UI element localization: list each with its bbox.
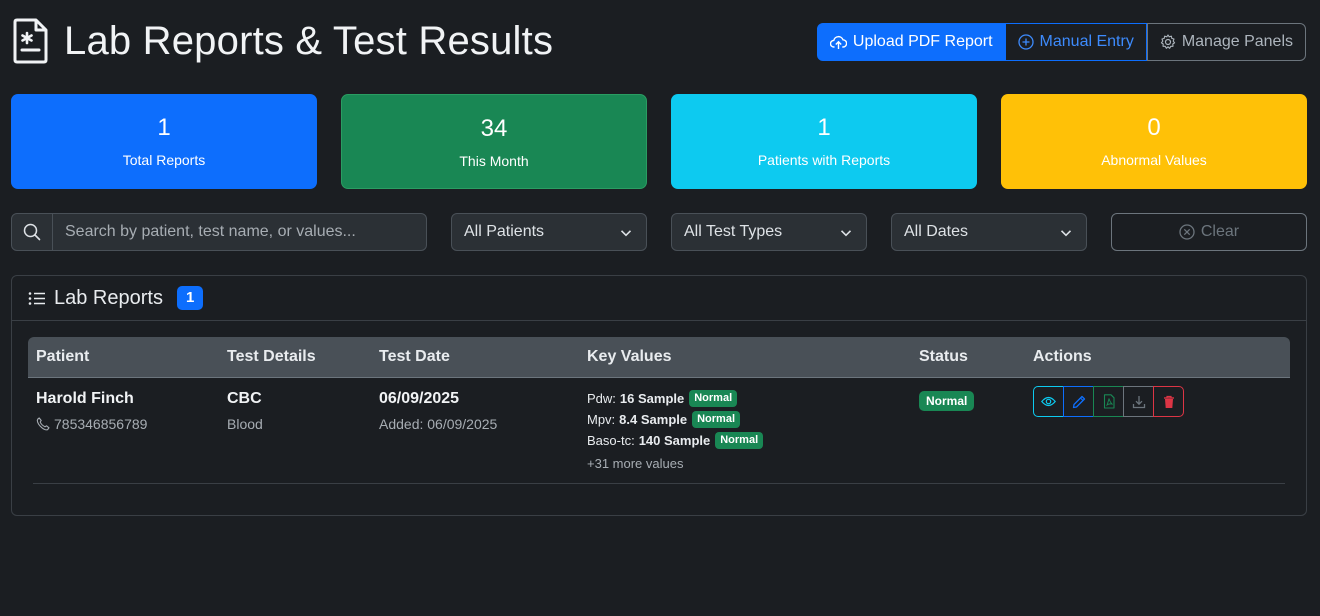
column-header-status: Status bbox=[919, 348, 968, 365]
x-circle-icon bbox=[1179, 224, 1195, 240]
delete-report-button[interactable] bbox=[1153, 386, 1184, 417]
stat-patients-with-reports: 1 Patients with Reports bbox=[671, 94, 977, 189]
lab-reports-table: Patient Test Details Test Date Key Value… bbox=[28, 337, 1290, 484]
test-type-filter-select[interactable]: All Test Types bbox=[671, 213, 867, 251]
test-details-cell: CBC Blood bbox=[227, 390, 263, 432]
column-header-key-values: Key Values bbox=[587, 348, 672, 365]
patient-cell: Harold Finch 785346856789 bbox=[36, 390, 147, 432]
actions-cell bbox=[1033, 386, 1184, 417]
manual-entry-button[interactable]: Manual Entry bbox=[1005, 23, 1147, 61]
key-value-item: Baso-tc: 140 Sample Normal bbox=[587, 430, 764, 451]
page-title-text: Lab Reports & Test Results bbox=[64, 18, 554, 63]
test-date-cell: 06/09/2025 Added: 06/09/2025 bbox=[379, 390, 497, 432]
page-header: Lab Reports & Test Results Upload PDF Re… bbox=[12, 14, 1308, 68]
stat-label: This Month bbox=[459, 153, 529, 169]
key-value-value: 140 Sample bbox=[638, 433, 711, 448]
patient-phone-line: 785346856789 bbox=[36, 416, 147, 432]
stat-label: Patients with Reports bbox=[757, 152, 891, 168]
edit-report-button[interactable] bbox=[1063, 386, 1094, 417]
manual-entry-label: Manual Entry bbox=[1039, 33, 1134, 50]
column-header-patient: Patient bbox=[36, 348, 90, 365]
search-icon bbox=[23, 223, 41, 241]
file-pdf-icon bbox=[1103, 394, 1115, 409]
stat-this-month: 34 This Month bbox=[341, 94, 647, 189]
stat-abnormal-values: 0 Abnormal Values bbox=[1001, 94, 1307, 189]
manage-panels-label: Manage Panels bbox=[1181, 33, 1293, 50]
pencil-icon bbox=[1072, 395, 1085, 408]
stat-value: 1 bbox=[817, 114, 831, 141]
status-cell: Normal bbox=[919, 391, 975, 411]
stat-label: Total Reports bbox=[122, 152, 206, 168]
lab-reports-title: Lab Reports bbox=[54, 286, 163, 309]
clear-filters-button[interactable]: Clear bbox=[1111, 213, 1307, 251]
status-badge: Normal bbox=[919, 391, 975, 411]
key-values-cell: Pdw: 16 Sample Normal Mpv: 8.4 Sample No… bbox=[587, 388, 764, 471]
key-value-flag-badge: Normal bbox=[692, 411, 741, 428]
key-value-item: Pdw: 16 Sample Normal bbox=[587, 388, 763, 409]
key-value-value: 8.4 Sample bbox=[619, 412, 688, 427]
upload-pdf-button[interactable]: Upload PDF Report bbox=[816, 23, 1006, 61]
chevron-down-icon bbox=[620, 230, 632, 237]
clear-filters-label: Clear bbox=[1200, 223, 1240, 240]
test-date: 06/09/2025 bbox=[379, 390, 460, 407]
lab-reports-card-header: Lab Reports 1 bbox=[12, 276, 1306, 321]
stats-row: 1 Total Reports 34 This Month 1 Patients… bbox=[11, 94, 1307, 189]
view-report-button[interactable] bbox=[1033, 386, 1064, 417]
view-pdf-button[interactable] bbox=[1093, 386, 1124, 417]
key-value-item: Mpv: 8.4 Sample Normal bbox=[587, 409, 763, 430]
lab-reports-card: Lab Reports 1 Patient Test Details Test … bbox=[11, 275, 1307, 516]
chevron-down-icon bbox=[1060, 230, 1072, 237]
manage-panels-button[interactable]: Manage Panels bbox=[1146, 23, 1306, 61]
test-type: Blood bbox=[227, 416, 263, 432]
page-title: Lab Reports & Test Results bbox=[12, 18, 553, 64]
cloud-upload-icon bbox=[829, 35, 847, 49]
added-date: Added: 06/09/2025 bbox=[379, 416, 498, 432]
key-value-name: Mpv: bbox=[587, 412, 616, 427]
chevron-down-icon bbox=[840, 230, 852, 237]
patient-filter-select[interactable]: All Patients bbox=[451, 213, 647, 251]
column-header-test-date: Test Date bbox=[379, 348, 450, 365]
plus-circle-icon bbox=[1017, 34, 1034, 50]
column-header-test-details: Test Details bbox=[227, 348, 316, 365]
patient-name: Harold Finch bbox=[36, 390, 134, 407]
download-icon bbox=[1132, 395, 1145, 408]
phone-icon bbox=[36, 417, 50, 431]
key-value-value: 16 Sample bbox=[619, 391, 685, 406]
stat-value: 1 bbox=[157, 114, 171, 141]
table-header: Patient Test Details Test Date Key Value… bbox=[28, 337, 1290, 378]
report-count-badge: 1 bbox=[176, 286, 204, 310]
more-values-text: +31 more values bbox=[587, 456, 684, 471]
date-filter-select[interactable]: All Dates bbox=[891, 213, 1087, 251]
download-report-button[interactable] bbox=[1123, 386, 1154, 417]
column-header-actions: Actions bbox=[1033, 348, 1092, 365]
key-value-flag-badge: Normal bbox=[715, 432, 764, 449]
stat-value: 0 bbox=[1147, 114, 1161, 141]
medical-report-icon bbox=[13, 18, 48, 64]
key-value-flag-badge: Normal bbox=[689, 390, 738, 407]
stat-label: Abnormal Values bbox=[1101, 152, 1207, 168]
header-button-group: Upload PDF Report Manual Entry Manage Pa… bbox=[816, 23, 1306, 61]
gear-icon bbox=[1160, 34, 1175, 49]
upload-pdf-label: Upload PDF Report bbox=[852, 33, 993, 50]
row-actions-group bbox=[1033, 386, 1184, 417]
list-icon bbox=[28, 291, 45, 305]
stat-value: 34 bbox=[480, 115, 508, 142]
patient-phone: 785346856789 bbox=[54, 416, 148, 432]
trash-icon bbox=[1163, 395, 1174, 408]
patient-filter-value: All Patients bbox=[464, 223, 545, 240]
test-name: CBC bbox=[227, 390, 262, 407]
table-row[interactable]: Harold Finch 785346856789 CBC Blood 06/0… bbox=[33, 378, 1285, 484]
key-value-name: Baso-tc: bbox=[587, 433, 635, 448]
filter-bar: All Patients All Test Types All Dates Cl… bbox=[11, 213, 1307, 251]
key-value-name: Pdw: bbox=[587, 391, 616, 406]
search-addon bbox=[11, 213, 53, 251]
search-input[interactable] bbox=[53, 213, 427, 251]
date-filter-value: All Dates bbox=[904, 223, 969, 240]
eye-icon bbox=[1041, 396, 1056, 407]
test-type-filter-value: All Test Types bbox=[684, 223, 783, 240]
stat-total-reports: 1 Total Reports bbox=[11, 94, 317, 189]
search-group bbox=[11, 213, 427, 251]
